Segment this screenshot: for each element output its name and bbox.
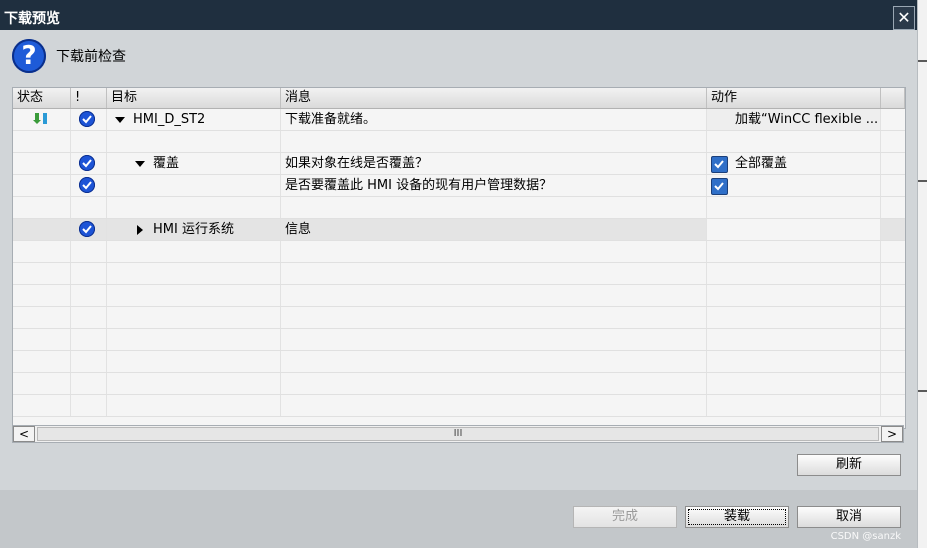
load-button[interactable]: 装载 (685, 506, 789, 528)
table-row (13, 351, 905, 373)
overwrite-all-checkbox[interactable] (711, 156, 728, 173)
download-status-icon (33, 113, 47, 124)
check-ok-icon (79, 111, 95, 127)
expand-icon[interactable] (135, 160, 145, 167)
watermark: CSDN @sanzk (830, 531, 901, 542)
table-row (13, 373, 905, 395)
scroll-thumb[interactable]: III (37, 427, 879, 441)
col-status[interactable]: 状态 (13, 88, 71, 108)
close-button[interactable]: ✕ (893, 6, 915, 30)
edge-tick (918, 180, 927, 182)
target-cell (107, 175, 281, 196)
check-ok-icon (79, 177, 95, 193)
target-label: 覆盖 (153, 156, 180, 171)
col-message[interactable]: 消息 (281, 88, 707, 108)
action-cell[interactable] (707, 219, 881, 240)
action-cell[interactable] (707, 175, 881, 196)
table-row[interactable]: 是否要覆盖此 HMI 设备的现有用户管理数据？ (13, 175, 905, 197)
table-row (13, 285, 905, 307)
target-cell: 覆盖 (107, 153, 281, 174)
refresh-button[interactable]: 刷新 (797, 454, 901, 476)
dialog-header: ? 下载前检查 (12, 38, 126, 74)
edge-tick (918, 390, 927, 392)
title-bar: 下载预览 ✕ (0, 0, 917, 30)
edge-tick (918, 60, 927, 62)
table-row (13, 197, 905, 219)
flag-cell (71, 219, 107, 240)
cancel-button[interactable]: 取消 (797, 506, 901, 528)
collapse-icon[interactable] (137, 224, 143, 235)
flag-cell (71, 153, 107, 174)
check-ok-icon (79, 221, 95, 237)
close-icon: ✕ (897, 8, 911, 27)
download-preview-dialog: ? 下载前检查 状态 ! 目标 消息 动作 HMI_D_ST2 下载准备就绪。 (0, 30, 917, 548)
right-edge-strip (917, 0, 927, 548)
check-ok-icon (79, 155, 95, 171)
message-cell: 信息 (281, 219, 707, 240)
table-row (13, 241, 905, 263)
button-bar: 完成 装载 取消 CSDN @sanzk (0, 490, 917, 548)
scroll-right-button[interactable]: > (881, 426, 903, 442)
target-cell: HMI 运行系统 (107, 219, 281, 240)
table-row (13, 395, 905, 417)
status-cell (13, 109, 71, 130)
expand-icon[interactable] (115, 116, 125, 123)
message-cell: 是否要覆盖此 HMI 设备的现有用户管理数据？ (281, 175, 707, 196)
finish-button[interactable]: 完成 (573, 506, 677, 528)
table-row[interactable]: HMI_D_ST2 下载准备就绪。 加载“WinCC flexible ... (13, 109, 905, 131)
table-row[interactable]: 覆盖 如果对象在线是否覆盖？ 全部覆盖 (13, 153, 905, 175)
header-label: 下载前检查 (56, 49, 126, 65)
action-cell[interactable]: 全部覆盖 (707, 153, 881, 174)
scroll-left-button[interactable]: < (13, 426, 35, 442)
message-cell: 如果对象在线是否覆盖？ (281, 153, 707, 174)
table-row (13, 329, 905, 351)
col-filler (881, 88, 905, 108)
overwrite-user-data-checkbox[interactable] (711, 178, 728, 195)
action-cell[interactable]: 加载“WinCC flexible ... (707, 109, 881, 130)
table-row (13, 131, 905, 153)
target-label: HMI_D_ST2 (133, 112, 206, 127)
target-label: HMI 运行系统 (153, 222, 234, 237)
target-cell: HMI_D_ST2 (107, 109, 281, 130)
table-row[interactable]: HMI 运行系统 信息 (13, 219, 905, 241)
col-action[interactable]: 动作 (707, 88, 881, 108)
col-target[interactable]: 目标 (107, 88, 281, 108)
question-icon: ? (12, 39, 46, 73)
table-row (13, 263, 905, 285)
table-header: 状态 ! 目标 消息 动作 (13, 88, 905, 109)
message-cell: 下载准备就绪。 (281, 109, 707, 130)
flag-cell (71, 175, 107, 196)
action-label: 全部覆盖 (735, 156, 788, 171)
horizontal-scrollbar[interactable]: < III > (12, 425, 904, 443)
table-row (13, 307, 905, 329)
col-flag[interactable]: ! (71, 88, 107, 108)
window-title: 下载预览 (4, 11, 60, 27)
flag-cell (71, 109, 107, 130)
check-table: 状态 ! 目标 消息 动作 HMI_D_ST2 下载准备就绪。 加载“WinCC… (12, 87, 906, 429)
